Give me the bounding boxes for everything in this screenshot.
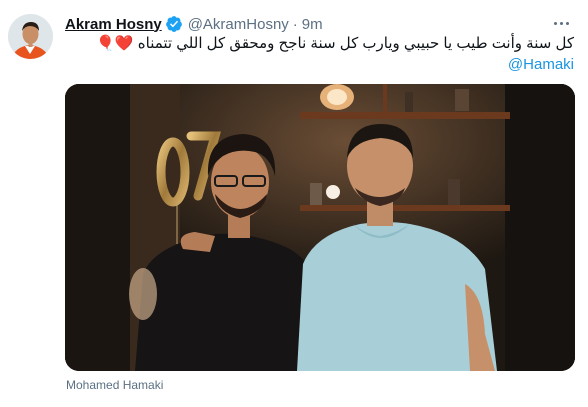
display-name[interactable]: Akram Hosny <box>65 16 162 33</box>
timestamp[interactable]: 9m <box>302 16 323 33</box>
avatar-image <box>8 14 53 59</box>
tweet-photo[interactable] <box>65 84 575 371</box>
tweet-card[interactable]: Akram Hosny @AkramHosny · 9m كل سنة وأنت… <box>0 0 588 407</box>
emoji-heart-balloon: ❤️🎈 <box>96 35 134 52</box>
tweet-header: Akram Hosny @AkramHosny · 9m <box>65 13 323 35</box>
separator-dot: · <box>292 15 298 33</box>
avatar[interactable] <box>8 14 53 59</box>
tagged-user[interactable]: Mohamed Hamaki <box>66 378 163 392</box>
more-options-icon[interactable] <box>551 14 571 32</box>
tweet-text: كل سنة وأنت طيب يا حبيبي ويارب كل سنة نا… <box>66 34 574 54</box>
photo-image <box>65 84 575 371</box>
user-handle[interactable]: @AkramHosny <box>188 16 289 33</box>
tweet-text-content: كل سنة وأنت طيب يا حبيبي ويارب كل سنة نا… <box>137 35 574 52</box>
verified-badge-icon <box>165 16 182 32</box>
mention-link[interactable]: @Hamaki <box>508 56 574 73</box>
